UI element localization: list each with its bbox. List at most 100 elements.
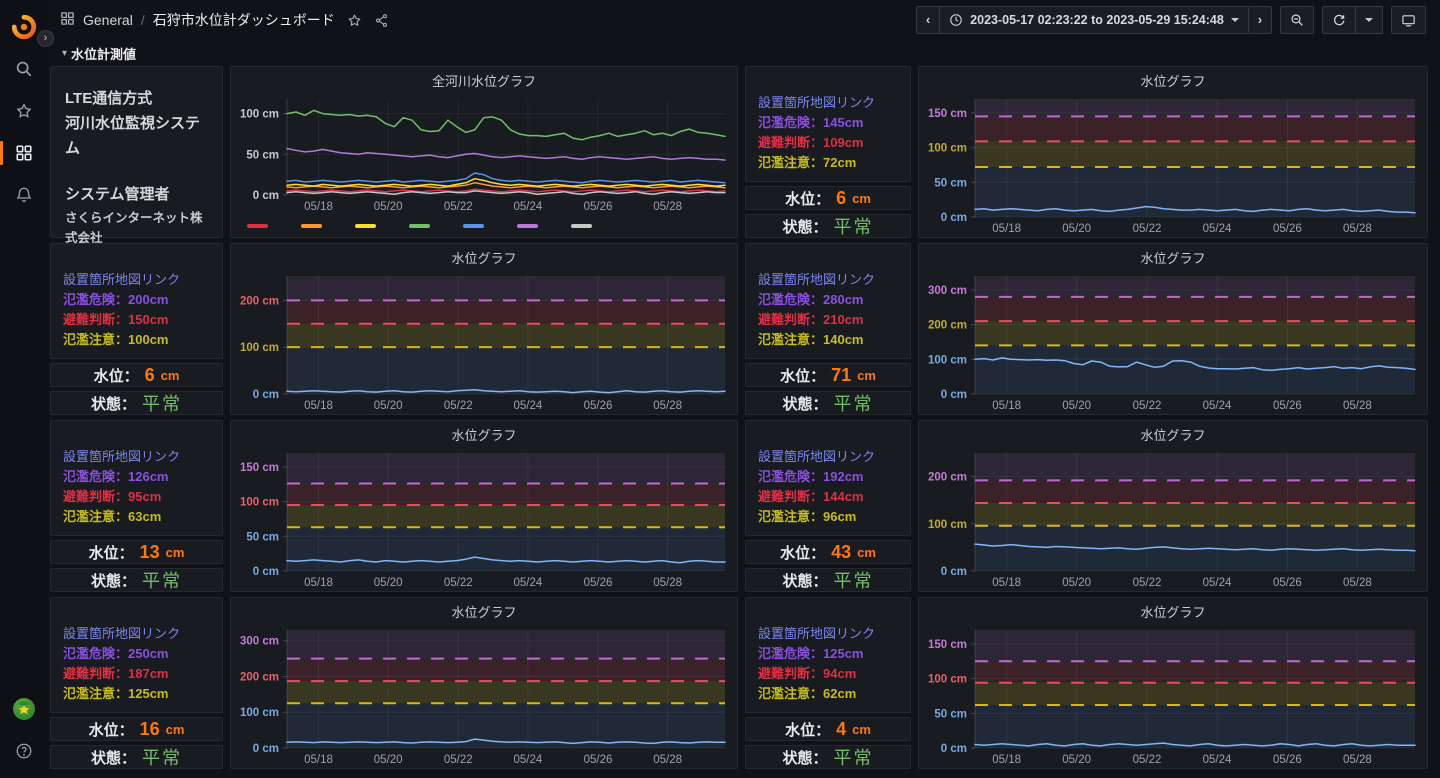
breadcrumb-section[interactable]: General: [83, 12, 133, 28]
time-range-picker[interactable]: 2023-05-17 02:23:22 to 2023-05-29 15:24:…: [940, 6, 1249, 34]
water-level-value: 6: [145, 365, 155, 386]
status-stat: 状態：平常: [745, 745, 911, 769]
thresholds-panel: 設置箇所地図リンク氾濫危険：200cm避難判断：150cm氾濫注意：100cm: [50, 243, 223, 359]
legend-swatch[interactable]: [301, 224, 322, 228]
svg-text:05/26: 05/26: [1273, 400, 1302, 412]
panel-title[interactable]: 水位グラフ: [231, 244, 737, 270]
water-level-stat: 水位：6cm: [745, 186, 911, 210]
time-forward-button[interactable]: ›: [1249, 6, 1272, 34]
help-icon[interactable]: [8, 735, 40, 767]
evacuation-threshold-text: 避難判断：94cm: [758, 664, 898, 684]
time-range-text: 2023-05-17 02:23:22 to 2023-05-29 15:24:…: [970, 13, 1224, 27]
svg-text:05/18: 05/18: [304, 754, 333, 766]
svg-text:05/20: 05/20: [374, 754, 403, 766]
legend-swatch[interactable]: [409, 224, 430, 228]
breadcrumb-separator: /: [141, 12, 145, 28]
map-link[interactable]: 設置箇所地図リンク: [63, 270, 210, 290]
zoom-out-button[interactable]: [1280, 6, 1314, 34]
water-level-stat: 水位：43cm: [745, 540, 911, 564]
svg-text:05/24: 05/24: [1203, 400, 1232, 412]
map-link[interactable]: 設置箇所地図リンク: [758, 93, 898, 113]
svg-text:100 cm: 100 cm: [928, 519, 967, 531]
chart-canvas[interactable]: 0 cm50 cm100 cm150 cm05/1805/2005/2205/2…: [919, 93, 1427, 237]
chart-canvas[interactable]: 0 cm50 cm100 cm150 cm05/1805/2005/2205/2…: [231, 447, 737, 591]
svg-text:05/24: 05/24: [1203, 577, 1232, 589]
svg-text:200 cm: 200 cm: [240, 671, 279, 683]
svg-text:05/20: 05/20: [374, 577, 403, 589]
user-avatar[interactable]: [8, 693, 40, 725]
svg-text:05/18: 05/18: [304, 400, 333, 412]
svg-text:05/26: 05/26: [1273, 577, 1302, 589]
water-level-label: 水位：: [89, 542, 134, 563]
map-link[interactable]: 設置箇所地図リンク: [63, 624, 210, 644]
evacuation-threshold-text: 避難判断：144cm: [758, 487, 898, 507]
search-icon[interactable]: [8, 53, 40, 85]
panel-title[interactable]: 水位グラフ: [231, 421, 737, 447]
caution-threshold-text: 氾濫注意：72cm: [758, 153, 898, 173]
status-label: 状態：: [91, 393, 136, 414]
water-level-unit: cm: [852, 191, 871, 206]
svg-text:05/22: 05/22: [1133, 400, 1162, 412]
svg-text:0 cm: 0 cm: [253, 743, 279, 755]
dashboard-grid: LTE通信方式 河川水位監視システム システム管理者 さくらインターネット株式会…: [50, 66, 1430, 769]
panel-title[interactable]: 水位グラフ: [919, 244, 1427, 270]
water-level-value: 16: [140, 719, 160, 740]
chart-canvas[interactable]: 0 cm100 cm200 cm05/1805/2005/2205/2405/2…: [231, 270, 737, 414]
svg-text:300 cm: 300 cm: [240, 636, 279, 648]
water-level-chart-panel: 水位グラフ0 cm100 cm200 cm300 cm05/1805/2005/…: [230, 597, 738, 769]
status-value: 平常: [834, 745, 874, 769]
thresholds-panel: 設置箇所地図リンク氾濫危険：280cm避難判断：210cm氾濫注意：140cm: [745, 243, 911, 359]
danger-threshold-text: 氾濫危険：126cm: [63, 467, 210, 487]
alerting-bell-icon[interactable]: [8, 179, 40, 211]
legend-swatch[interactable]: [247, 224, 268, 228]
chart-canvas[interactable]: 0 cm100 cm200 cm300 cm05/1805/2005/2205/…: [919, 270, 1427, 414]
status-label: 状態：: [782, 570, 827, 591]
svg-text:05/22: 05/22: [444, 754, 473, 766]
svg-text:200 cm: 200 cm: [928, 320, 967, 332]
map-link[interactable]: 設置箇所地図リンク: [758, 624, 898, 644]
map-link[interactable]: 設置箇所地図リンク: [63, 447, 210, 467]
svg-text:05/20: 05/20: [1062, 400, 1091, 412]
legend-swatch[interactable]: [463, 224, 484, 228]
chart-canvas[interactable]: 0 cm100 cm200 cm05/1805/2005/2205/2405/2…: [919, 447, 1427, 591]
panel-title[interactable]: 全河川水位グラフ: [231, 67, 737, 93]
panel-title[interactable]: 水位グラフ: [919, 67, 1427, 93]
chevron-down-icon: ▾: [62, 48, 67, 59]
nav-controls: ‹ 2023-05-17 02:23:22 to 2023-05-29 15:2…: [916, 6, 1426, 34]
map-link[interactable]: 設置箇所地図リンク: [758, 270, 898, 290]
svg-text:05/22: 05/22: [444, 400, 473, 412]
map-link[interactable]: 設置箇所地図リンク: [758, 447, 898, 467]
info-line: さくらインターネット株式会社: [65, 208, 208, 248]
water-level-label: 水位：: [785, 719, 830, 740]
svg-text:05/18: 05/18: [992, 223, 1021, 235]
station-column: 設置箇所地図リンク氾濫危険：126cm避難判断：95cm氾濫注意：63cm水位：…: [50, 420, 223, 592]
svg-text:05/20: 05/20: [374, 400, 403, 412]
chart-canvas[interactable]: 0 cm100 cm200 cm300 cm05/1805/2005/2205/…: [231, 624, 737, 768]
info-line: LTE通信方式: [65, 87, 208, 112]
share-icon[interactable]: [374, 13, 389, 28]
sidebar-expand-button[interactable]: ›: [37, 30, 54, 47]
chevron-down-icon: [1365, 18, 1373, 22]
starred-icon[interactable]: [8, 95, 40, 127]
water-level-value: 43: [831, 542, 851, 563]
legend-swatch[interactable]: [517, 224, 538, 228]
evacuation-threshold-text: 避難判断：187cm: [63, 664, 210, 684]
legend-swatch[interactable]: [355, 224, 376, 228]
clock-icon: [949, 13, 963, 27]
panel-title[interactable]: 水位グラフ: [919, 421, 1427, 447]
dashboard-row-toggle[interactable]: ▾ 水位計測値: [48, 40, 1440, 66]
time-back-button[interactable]: ‹: [916, 6, 940, 34]
chart-canvas[interactable]: 0 cm50 cm100 cm150 cm05/1805/2005/2205/2…: [919, 624, 1427, 768]
legend-swatch[interactable]: [571, 224, 592, 228]
refresh-button[interactable]: [1322, 6, 1356, 34]
dashboards-icon[interactable]: [8, 137, 40, 169]
grafana-logo[interactable]: [8, 11, 40, 43]
chart-canvas[interactable]: 0 cm50 cm100 cm05/1805/2005/2205/2405/26…: [231, 93, 737, 215]
water-level-label: 水位：: [89, 719, 134, 740]
star-dashboard-icon[interactable]: [347, 13, 362, 28]
panel-title[interactable]: 水位グラフ: [919, 598, 1427, 624]
kiosk-mode-button[interactable]: [1391, 6, 1426, 34]
panel-title[interactable]: 水位グラフ: [231, 598, 737, 624]
apps-grid-icon: [60, 11, 75, 29]
refresh-interval-dropdown[interactable]: [1356, 6, 1383, 34]
